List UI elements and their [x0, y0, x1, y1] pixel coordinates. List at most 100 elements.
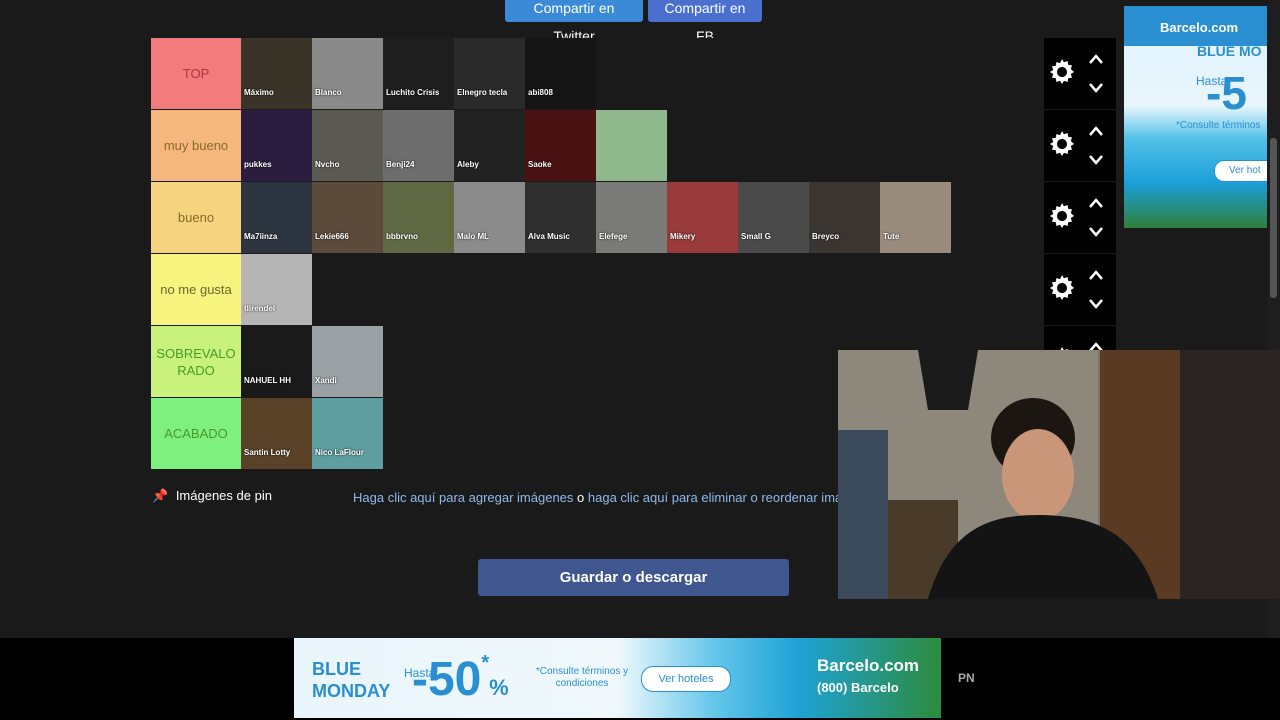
- tier-row: TOP Máximo Blanco Luchito Crisis Elnegro tec…: [151, 38, 1116, 110]
- tier-image-caption: Benji24: [386, 160, 415, 169]
- chevron-up-icon[interactable]: [1088, 125, 1104, 137]
- tier-image[interactable]: Mikery: [667, 182, 738, 253]
- tier-controls: [1044, 110, 1116, 181]
- bottom-ad-headline: BLUE MONDAY: [312, 658, 390, 702]
- bottom-ad-cta-button[interactable]: Ver hoteles: [641, 666, 731, 692]
- gear-icon[interactable]: [1049, 275, 1075, 301]
- tier-image[interactable]: Breyco: [809, 182, 880, 253]
- tier-label[interactable]: ACABADO: [151, 398, 241, 469]
- ad-cta-button[interactable]: Ver hot: [1214, 160, 1267, 182]
- help-text: Haga clic aquí para agregar imágenes o h…: [353, 490, 838, 505]
- bottom-ad-brand: Barcelo.com: [817, 656, 920, 675]
- tier-image-caption: abi808: [528, 88, 553, 97]
- tier-image[interactable]: Santin Lotty: [241, 398, 312, 469]
- tier-controls: [1044, 254, 1116, 325]
- bottom-ad-conditions: *Consulte términos y condiciones: [535, 666, 629, 689]
- tier-image-caption: Santin Lotty: [244, 448, 291, 457]
- tier-image-caption: Breyco: [812, 232, 840, 241]
- share-fb-button[interactable]: Compartir en FB: [648, 0, 762, 44]
- tier-label[interactable]: muy bueno: [151, 110, 241, 181]
- webcam-image: [838, 350, 1280, 599]
- tier-image-caption: NAHUEL HH: [244, 376, 291, 385]
- tier-label[interactable]: SOBREVALORADO: [151, 326, 241, 397]
- tier-row: no me gusta tlirendel: [151, 254, 1116, 326]
- chevron-down-icon[interactable]: [1088, 82, 1104, 94]
- gear-icon[interactable]: [1049, 131, 1075, 157]
- tier-image-caption: Ma7iinza: [244, 232, 278, 241]
- gear-icon[interactable]: [1049, 59, 1075, 85]
- bottom-ad-asterisk: *: [481, 652, 490, 674]
- tier-image[interactable]: Ma7iinza: [241, 182, 312, 253]
- webcam-overlay: [838, 350, 1280, 599]
- tier-image-caption: Xandi: [315, 376, 337, 385]
- tier-label[interactable]: TOP: [151, 38, 241, 109]
- tier-items: pukkes Nvcho Benji24 Aleby Saoke: [241, 110, 1044, 181]
- scroll-thumb[interactable]: [1270, 138, 1277, 298]
- tier-image[interactable]: [596, 110, 667, 181]
- tier-items: Ma7iinza Lekie666 bbbrvno Malo ML Alva Music…: [241, 182, 1044, 253]
- tier-label[interactable]: no me gusta: [151, 254, 241, 325]
- tier-image[interactable]: Aleby: [454, 110, 525, 181]
- tier-image-caption: Malo ML: [457, 232, 489, 241]
- tier-image-caption: tlirendel: [244, 304, 276, 313]
- tier-image[interactable]: Lekie666: [312, 182, 383, 253]
- tier-image[interactable]: Xandi: [312, 326, 383, 397]
- tier-image[interactable]: Saoke: [525, 110, 596, 181]
- bottom-ad-percent-sign: %: [489, 675, 509, 700]
- tier-image[interactable]: Benji24: [383, 110, 454, 181]
- chevron-down-icon[interactable]: [1088, 154, 1104, 166]
- tier-image[interactable]: Tute: [880, 182, 951, 253]
- bottom-ad-banner[interactable]: BLUE MONDAY Hasta -50*% *Consulte términ…: [294, 638, 941, 718]
- ad-brand: Barcelo.com: [1160, 20, 1239, 35]
- tier-row: muy bueno pukkes Nvcho Benji24 Aleby Saoke: [151, 110, 1116, 182]
- tier-image[interactable]: Blanco: [312, 38, 383, 109]
- tier-image-caption: Mikery: [670, 232, 696, 241]
- tier-image-caption: Lekie666: [315, 232, 349, 241]
- tier-image[interactable]: Malo ML: [454, 182, 525, 253]
- tier-image-caption: Elefege: [599, 232, 628, 241]
- tier-image[interactable]: abi808: [525, 38, 596, 109]
- help-connector: o: [573, 490, 588, 505]
- tier-image[interactable]: Small G: [738, 182, 809, 253]
- tier-image[interactable]: Alva Music: [525, 182, 596, 253]
- tier-label[interactable]: bueno: [151, 182, 241, 253]
- save-download-button[interactable]: Guardar o descargar: [478, 559, 789, 596]
- tier-items: tlirendel: [241, 254, 1044, 325]
- bottom-ad-percent: -50*%: [412, 652, 509, 707]
- tier-image-caption: Aleby: [457, 160, 479, 169]
- tier-image[interactable]: Nico LaFlour: [312, 398, 383, 469]
- tier-image-caption: Small G: [741, 232, 771, 241]
- tier-image-caption: pukkes: [244, 160, 272, 169]
- tier-image-caption: Alva Music: [528, 232, 570, 241]
- tier-image[interactable]: Elnegro tecla: [454, 38, 525, 109]
- gear-icon[interactable]: [1049, 203, 1075, 229]
- add-images-link[interactable]: Haga clic aquí para agregar imágenes: [353, 490, 573, 505]
- tier-image[interactable]: pukkes: [241, 110, 312, 181]
- chevron-up-icon[interactable]: [1088, 269, 1104, 281]
- tier-controls: [1044, 182, 1116, 253]
- tier-image[interactable]: bbbrvno: [383, 182, 454, 253]
- tier-image[interactable]: Elefege: [596, 182, 667, 253]
- share-twitter-button[interactable]: Compartir en Twitter: [505, 0, 643, 44]
- tier-image-caption: Nico LaFlour: [315, 448, 364, 457]
- chevron-up-icon[interactable]: [1088, 53, 1104, 65]
- tier-image-caption: Elnegro tecla: [457, 88, 508, 97]
- tier-image-caption: Blanco: [315, 88, 342, 97]
- tier-image-caption: Luchito Crisis: [386, 88, 440, 97]
- tier-image[interactable]: NAHUEL HH: [241, 326, 312, 397]
- chevron-down-icon[interactable]: [1088, 298, 1104, 310]
- tier-row: bueno Ma7iinza Lekie666 bbbrvno Malo ML Alva …: [151, 182, 1116, 254]
- tier-image[interactable]: Nvcho: [312, 110, 383, 181]
- right-ad-banner[interactable]: Barcelo.com BLUE MO Hasta -5 *Consulte t…: [1124, 6, 1267, 228]
- tier-image[interactable]: Máximo: [241, 38, 312, 109]
- bottom-ad-phone: (800) Barcelo: [817, 680, 899, 695]
- tier-image[interactable]: tlirendel: [241, 254, 312, 325]
- pin-images-option[interactable]: 📌 Imágenes de pin: [152, 488, 272, 504]
- remove-reorder-images-link[interactable]: haga clic aquí para eliminar o reordenar…: [588, 490, 838, 505]
- bottom-ad-line1: BLUE: [312, 659, 361, 679]
- chevron-up-icon[interactable]: [1088, 197, 1104, 209]
- tier-image-caption: bbbrvno: [386, 232, 418, 241]
- chevron-down-icon[interactable]: [1088, 226, 1104, 238]
- tier-image[interactable]: Luchito Crisis: [383, 38, 454, 109]
- bottom-ad-percent-value: -50: [412, 653, 482, 706]
